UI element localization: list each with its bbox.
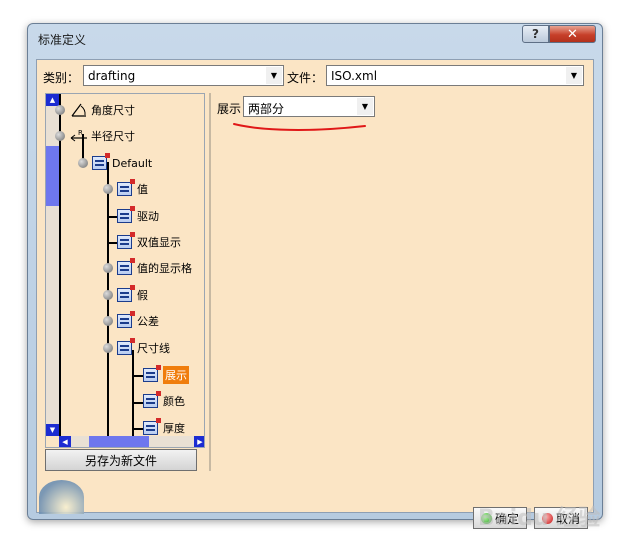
sheet-icon [117, 232, 135, 249]
scroll-right-icon[interactable]: ▶ [194, 436, 204, 447]
chevron-down-icon[interactable]: ▼ [566, 67, 582, 84]
tree-connector-line [59, 94, 61, 436]
sheet-icon [92, 153, 110, 170]
tree-node-label: 驱动 [137, 210, 159, 223]
sheet-icon [143, 418, 161, 435]
tree-node-display[interactable]: 展示 [143, 365, 189, 384]
sheet-icon [143, 391, 161, 408]
sheet-icon [143, 365, 161, 382]
sheet-icon [117, 285, 135, 302]
expand-icon[interactable] [103, 316, 113, 326]
tree-node-label: 尺寸线 [137, 342, 170, 355]
category-value: drafting [88, 69, 136, 83]
angle-dimension-icon [71, 103, 86, 117]
tree-node-value[interactable]: 值 [103, 179, 148, 198]
vertical-scroll-thumb[interactable] [46, 146, 59, 206]
tree-node-radius-dimension[interactable]: R 半径尺寸 [55, 127, 135, 145]
pane-splitter[interactable] [209, 93, 211, 471]
standards-tree[interactable]: ▲ ▼ ◀ ▶ 角度尺寸 R 半径尺寸 Default 值 驱动 双值显示 值的… [45, 93, 205, 448]
tree-node-fake[interactable]: 假 [103, 285, 148, 304]
radius-dimension-icon: R [70, 129, 87, 142]
chevron-down-icon[interactable]: ▼ [357, 98, 373, 115]
tree-vertical-scrollbar[interactable]: ▲ ▼ [46, 94, 59, 436]
sheet-icon [117, 338, 135, 355]
category-label: 类别： [43, 71, 80, 85]
tree-node-label: Default [112, 156, 153, 170]
help-button[interactable]: ? [522, 25, 549, 43]
tree-node-thickness[interactable]: 厚度 [143, 418, 185, 437]
category-select[interactable]: drafting ▼ [83, 65, 284, 86]
catia-logo-icon [39, 480, 84, 514]
tree-node-label-selected: 展示 [163, 366, 189, 384]
sheet-icon [117, 179, 135, 196]
horizontal-scroll-thumb[interactable] [89, 436, 149, 447]
tree-node-driving[interactable]: 驱动 [117, 206, 159, 225]
baidu-watermark: Baidu 经验 [478, 506, 601, 531]
scroll-down-icon[interactable]: ▼ [46, 424, 59, 436]
file-label: 文件： [287, 71, 324, 85]
tree-node-label: 双值显示 [137, 236, 181, 249]
close-button[interactable]: ✕ [549, 25, 596, 43]
window-title: 标准定义 [38, 33, 87, 47]
expand-icon[interactable] [103, 263, 113, 273]
tree-node-label: 假 [137, 289, 148, 302]
scroll-left-icon[interactable]: ◀ [59, 436, 71, 447]
tree-node-color[interactable]: 颜色 [143, 391, 185, 410]
tree-node-label: 值的显示格 [137, 262, 192, 275]
chevron-down-icon[interactable]: ▼ [266, 67, 282, 84]
file-value: ISO.xml [331, 69, 378, 83]
file-select[interactable]: ISO.xml ▼ [326, 65, 584, 86]
tree-node-label: 角度尺寸 [91, 104, 135, 117]
tree-node-value-format[interactable]: 值的显示格 [103, 258, 192, 277]
expand-icon[interactable] [55, 105, 65, 115]
svg-text:R: R [78, 129, 83, 137]
sheet-icon [117, 311, 135, 328]
tree-node-angle-dimension[interactable]: 角度尺寸 [55, 101, 135, 119]
tree-node-label: 值 [137, 183, 148, 196]
tree-node-label: 颜色 [163, 395, 185, 408]
display-label: 展示 [217, 102, 242, 116]
tree-node-label: 半径尺寸 [91, 130, 135, 143]
red-annotation-underline [233, 123, 366, 131]
collapse-icon[interactable] [55, 131, 65, 141]
tree-node-label: 公差 [137, 315, 159, 328]
tree-node-dual-value[interactable]: 双值显示 [117, 232, 181, 251]
tree-horizontal-scrollbar[interactable]: ◀ ▶ [59, 436, 204, 447]
expand-icon[interactable] [103, 290, 113, 300]
sheet-icon [117, 258, 135, 275]
tree-node-dimension-line[interactable]: 尺寸线 [103, 338, 170, 357]
display-select[interactable]: 两部分 ▼ [243, 96, 375, 117]
save-as-new-file-button[interactable]: 另存为新文件 [45, 449, 197, 471]
title-bar[interactable]: 标准定义 ? ✕ [28, 24, 602, 51]
standard-definition-dialog: 标准定义 ? ✕ 类别： drafting ▼ 文件： ISO.xml ▼ ▲ … [27, 23, 603, 529]
sheet-icon [117, 206, 135, 223]
collapse-icon[interactable] [103, 343, 113, 353]
tree-node-default[interactable]: Default [78, 153, 153, 172]
tree-node-label: 厚度 [163, 422, 185, 435]
collapse-icon[interactable] [78, 158, 88, 168]
tree-connector-line [132, 375, 143, 377]
expand-icon[interactable] [103, 184, 113, 194]
tree-connector-line [132, 402, 143, 404]
display-value: 两部分 [248, 102, 285, 116]
tree-connector-line [132, 428, 143, 430]
tree-node-tolerance[interactable]: 公差 [103, 311, 159, 330]
tree-connector-line [132, 350, 134, 436]
